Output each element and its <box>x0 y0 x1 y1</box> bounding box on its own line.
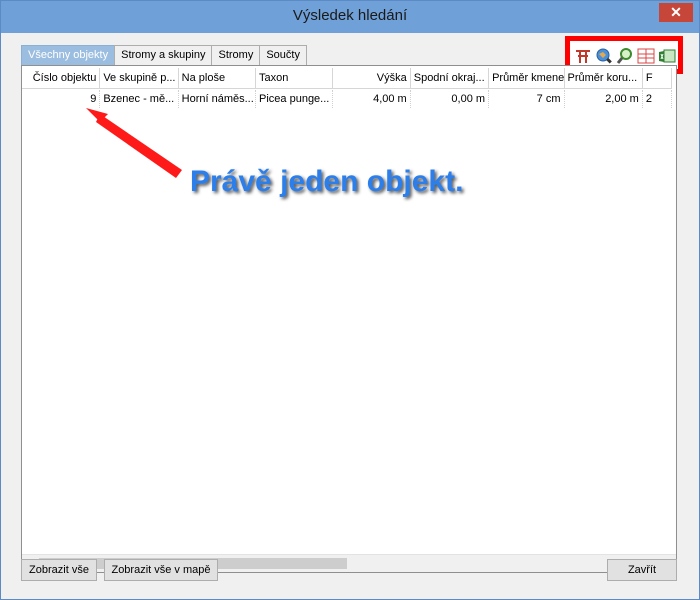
arrow-shaft <box>96 114 182 178</box>
annotation-arrow <box>86 108 182 178</box>
annotation-text: Právě jeden objekt. <box>190 165 464 198</box>
